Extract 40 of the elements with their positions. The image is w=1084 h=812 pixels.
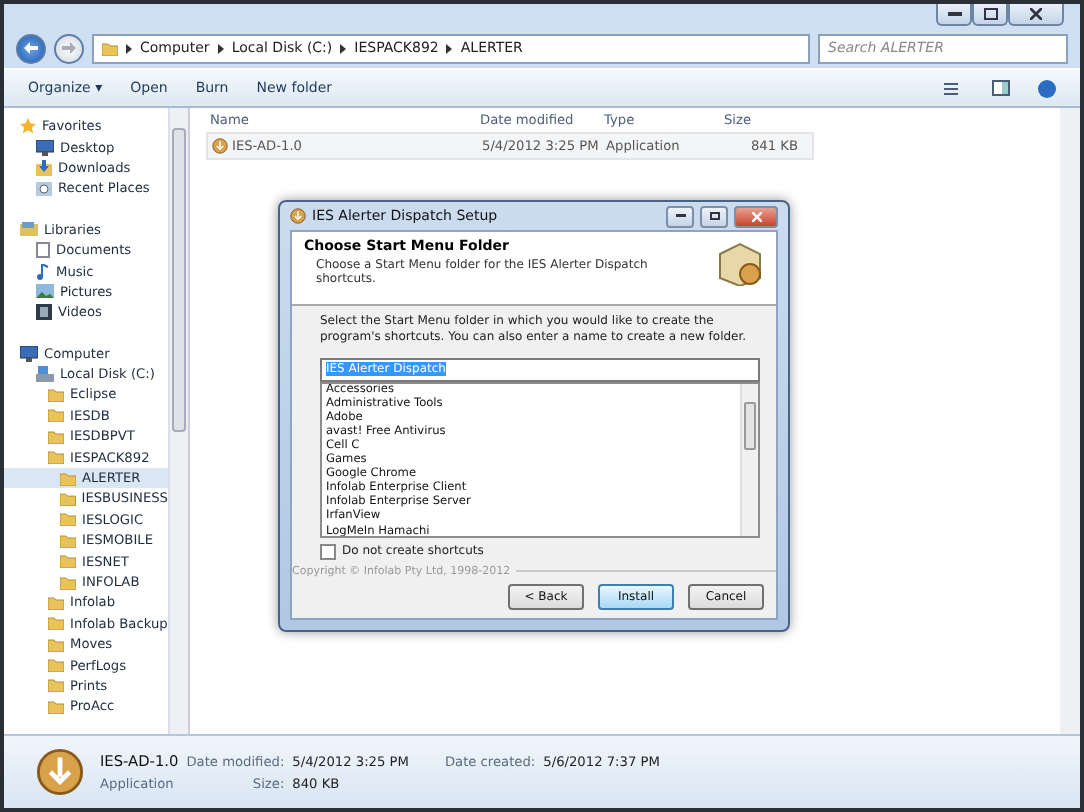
close-button[interactable] bbox=[1008, 4, 1064, 26]
scrollbar[interactable] bbox=[168, 108, 190, 734]
close-button[interactable] bbox=[734, 205, 778, 227]
recent-places-icon bbox=[36, 180, 52, 197]
scrollbar[interactable] bbox=[740, 383, 758, 536]
forward-button[interactable] bbox=[54, 33, 84, 63]
monitor-icon bbox=[20, 345, 38, 362]
installer-icon bbox=[212, 138, 228, 154]
forward-arrow-icon bbox=[62, 42, 76, 54]
maximize-icon bbox=[709, 212, 719, 220]
picture-icon bbox=[36, 284, 54, 299]
document-icon bbox=[36, 242, 50, 259]
chevron-icon bbox=[340, 43, 347, 53]
installer-icon bbox=[36, 748, 84, 796]
maximize-button[interactable] bbox=[972, 4, 1008, 26]
music-note-icon bbox=[36, 263, 50, 280]
chevron-icon bbox=[446, 43, 453, 53]
minimize-icon bbox=[947, 11, 961, 17]
star-icon bbox=[20, 118, 36, 135]
back-button[interactable] bbox=[16, 33, 46, 63]
film-icon bbox=[36, 304, 52, 321]
close-icon bbox=[1030, 8, 1042, 20]
maximize-button[interactable] bbox=[700, 205, 728, 227]
preview-pane-icon[interactable] bbox=[992, 80, 1010, 96]
back-arrow-icon bbox=[24, 42, 38, 54]
installer-box-icon bbox=[716, 238, 764, 286]
minimize-button[interactable] bbox=[666, 205, 694, 227]
library-icon bbox=[20, 222, 38, 237]
close-icon bbox=[751, 211, 761, 221]
installer-icon bbox=[290, 208, 306, 224]
download-folder-icon bbox=[36, 159, 52, 176]
chevron-icon bbox=[126, 43, 132, 53]
folder-icon bbox=[102, 41, 118, 55]
monitor-icon bbox=[36, 139, 54, 156]
minimize-button[interactable] bbox=[936, 4, 972, 26]
maximize-icon bbox=[983, 8, 997, 20]
chevron-icon bbox=[217, 43, 224, 53]
minimize-icon bbox=[675, 214, 685, 218]
view-options-icon[interactable] bbox=[944, 81, 964, 95]
drive-icon bbox=[36, 366, 54, 383]
